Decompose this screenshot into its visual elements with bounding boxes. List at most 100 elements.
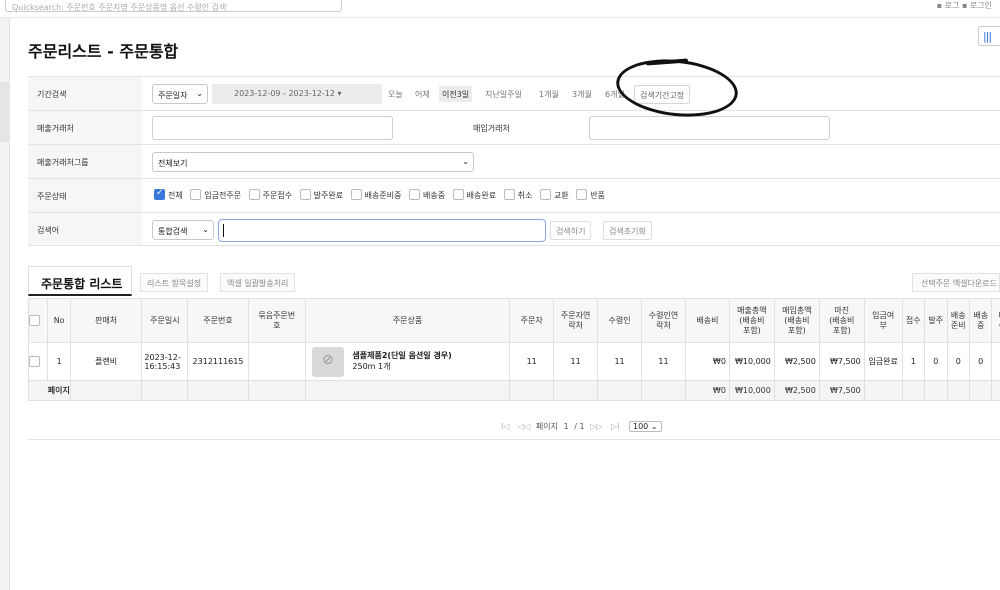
keyword-type-value: 통합검색 xyxy=(158,227,188,236)
column-header[interactable]: 매출총액 (배송비 포함) xyxy=(728,298,775,343)
column-header[interactable]: 주문자 xyxy=(509,298,555,343)
checkbox-icon xyxy=(452,189,464,200)
sales-vendor-input[interactable] xyxy=(152,116,393,140)
top-right-links[interactable]: ▪ 로그 ▪ 로그인 xyxy=(937,0,992,11)
checkbox-checked-icon xyxy=(154,188,165,200)
vendor-group-select[interactable]: 전체보기 ⌄ xyxy=(152,152,474,172)
column-header[interactable]: 매입총액 (배송비 포함) xyxy=(773,298,820,343)
order-table: No 판매처 주문일시 주문번호 묶음주문번 호 주문상품 주문자 주문자연 락… xyxy=(27,298,1000,401)
status-all-checkbox[interactable]: 전체 xyxy=(154,188,183,201)
quick-3days-button[interactable]: 이전3일 xyxy=(439,86,473,102)
cell-order-no[interactable]: 2312111615 xyxy=(187,342,249,381)
quick-search-input[interactable]: Quicksearch: 주문번호 주문자명 주문상품명 옵션 수령인 검색 xyxy=(5,0,342,12)
row-checkbox[interactable] xyxy=(27,342,49,381)
column-header[interactable]: 마진 (배송비 포함) xyxy=(818,298,865,343)
column-header[interactable]: 주문번호 xyxy=(187,298,249,343)
column-header[interactable]: 미 수 xyxy=(991,298,1000,343)
column-header[interactable]: 묶음주문번 호 xyxy=(247,298,306,343)
next-page-icon[interactable]: ▷▷ xyxy=(590,422,602,431)
table-row[interactable]: 1 플랜비 2023-12- 16:15:43 2312111615 ⊘ 샘플제… xyxy=(27,342,1000,381)
status-option-label: 배송준비중 xyxy=(364,191,402,200)
status-option-label: 입금전주문 xyxy=(204,191,242,200)
status-prepay-checkbox[interactable]: 입금전주문 xyxy=(190,189,241,201)
page-label: 페이지 xyxy=(535,422,559,431)
summary-empty xyxy=(863,380,903,401)
checkbox-icon xyxy=(190,189,202,200)
column-header[interactable]: 판매처 xyxy=(69,298,143,343)
column-header[interactable]: 주문일시 xyxy=(141,298,189,343)
status-exchange-checkbox[interactable]: 교환 xyxy=(539,189,569,201)
checkbox-icon xyxy=(29,356,40,367)
excel-download-button[interactable]: 선택주문 엑셀다운로드 xyxy=(911,273,1000,292)
cell-shipping-count: 0 xyxy=(968,342,993,381)
vendor-row: 매출거래처 매입거래처 xyxy=(28,110,1000,144)
column-header[interactable]: 배송 중 xyxy=(968,298,993,343)
quick-today-button[interactable]: 오늘 xyxy=(385,86,406,102)
column-header[interactable]: 배송비 xyxy=(684,298,730,343)
search-button[interactable]: 검색하기 xyxy=(550,221,592,240)
page-number-input[interactable]: 1 xyxy=(564,422,569,431)
tab-order-list[interactable]: 주문통합 리스트 xyxy=(28,266,132,296)
status-return-checkbox[interactable]: 반품 xyxy=(576,189,605,201)
list-settings-button[interactable]: 리스트 항목설정 xyxy=(140,273,209,292)
summary-empty xyxy=(141,380,189,401)
status-label: 주문상태 xyxy=(28,179,142,212)
date-range-picker[interactable]: 2023-12-09 - 2023-12-12 ▾ xyxy=(212,84,382,104)
vendor-group-row: 매출거래처그룹 전체보기 ⌄ xyxy=(28,144,1000,178)
column-header[interactable]: 주문상품 xyxy=(304,298,511,343)
select-all-checkbox[interactable] xyxy=(27,298,49,343)
status-option-label: 배송완료 xyxy=(466,191,497,200)
summary-row: 페이지 ₩0 ₩10,000 ₩2,500 ₩7,500 xyxy=(28,380,1000,401)
quick-3month-button[interactable]: 3개월 xyxy=(569,86,595,102)
keyword-label: 검색어 xyxy=(28,213,142,245)
summary-empty xyxy=(509,380,555,401)
cell-sales-total: ₩10,000 xyxy=(728,342,775,381)
page-size-value: 100 xyxy=(633,422,649,431)
column-header[interactable]: 배송 준비 xyxy=(946,298,970,343)
status-ordered-checkbox[interactable]: 발주완료 xyxy=(299,189,343,201)
column-header[interactable]: 발주 xyxy=(924,298,948,343)
page-title: 주문리스트 - 주문통합 xyxy=(28,42,179,61)
cell-product[interactable]: ⊘ 샘플제품2(단일 옵션일 경우) 250m 1개 xyxy=(304,342,511,381)
product-name: 샘플제품2(단일 옵션일 경우) xyxy=(352,351,452,361)
quick-1month-button[interactable]: 1개월 xyxy=(536,86,562,102)
purchase-vendor-input[interactable] xyxy=(589,116,830,140)
keyword-type-select[interactable]: 통합검색 ⌄ xyxy=(152,220,214,240)
period-type-select[interactable]: 주문일자 ⌄ xyxy=(152,84,208,104)
status-delivered-checkbox[interactable]: 배송완료 xyxy=(452,189,497,201)
reset-search-button[interactable]: 검색초기화 xyxy=(603,221,652,240)
excel-bulk-ship-button[interactable]: 엑셀 일괄발송처리 xyxy=(220,273,296,292)
status-received-checkbox[interactable]: 주문접수 xyxy=(248,189,292,201)
vendor-group-label: 매출거래처그룹 xyxy=(28,145,142,178)
product-option: 250m 1개 xyxy=(352,361,391,371)
product-info: 샘플제품2(단일 옵션일 경우) 250m 1개 xyxy=(352,351,451,372)
column-header[interactable]: 수령인 xyxy=(597,298,643,343)
keyword-input[interactable] xyxy=(218,219,546,242)
summary-empty xyxy=(641,380,686,401)
summary-sales-total: ₩10,000 xyxy=(728,380,775,401)
column-header[interactable]: No xyxy=(47,298,71,343)
quick-yesterday-button[interactable]: 어제 xyxy=(412,86,433,102)
status-preparing-checkbox[interactable]: 배송준비중 xyxy=(350,189,402,201)
sales-vendor-label: 매출거래처 xyxy=(28,111,142,144)
last-page-icon[interactable]: ▷I xyxy=(611,422,620,431)
cell-orderer-contact: 11 xyxy=(553,342,599,381)
summary-empty xyxy=(304,380,511,401)
status-cancel-checkbox[interactable]: 취소 xyxy=(503,189,532,201)
summary-empty xyxy=(69,380,143,401)
caret-down-icon: ▾ xyxy=(337,89,342,98)
status-shipping-checkbox[interactable]: 배송중 xyxy=(409,189,445,201)
keyword-row: 검색어 통합검색 ⌄ 검색하기 검색초기화 xyxy=(28,212,1000,246)
column-header[interactable]: 입금여 부 xyxy=(863,298,903,343)
column-header[interactable]: 접수 xyxy=(901,298,926,343)
quick-week-button[interactable]: 지난일주일 xyxy=(482,86,525,102)
first-page-icon[interactable]: I◁ xyxy=(501,422,510,431)
cell-margin: ₩7,500 xyxy=(818,342,865,381)
table-header-row: No 판매처 주문일시 주문번호 묶음주문번 호 주문상품 주문자 주문자연 락… xyxy=(27,298,1000,343)
prev-page-icon[interactable]: ◁◁ xyxy=(518,422,530,431)
status-option-label: 교환 xyxy=(553,191,569,200)
column-header[interactable]: 수령인연 락처 xyxy=(641,298,686,343)
column-header[interactable]: 주문자연 락처 xyxy=(553,298,599,343)
barcode-icon[interactable]: ||| xyxy=(978,26,1000,46)
page-size-select[interactable]: 100 ⌄ xyxy=(629,421,662,432)
